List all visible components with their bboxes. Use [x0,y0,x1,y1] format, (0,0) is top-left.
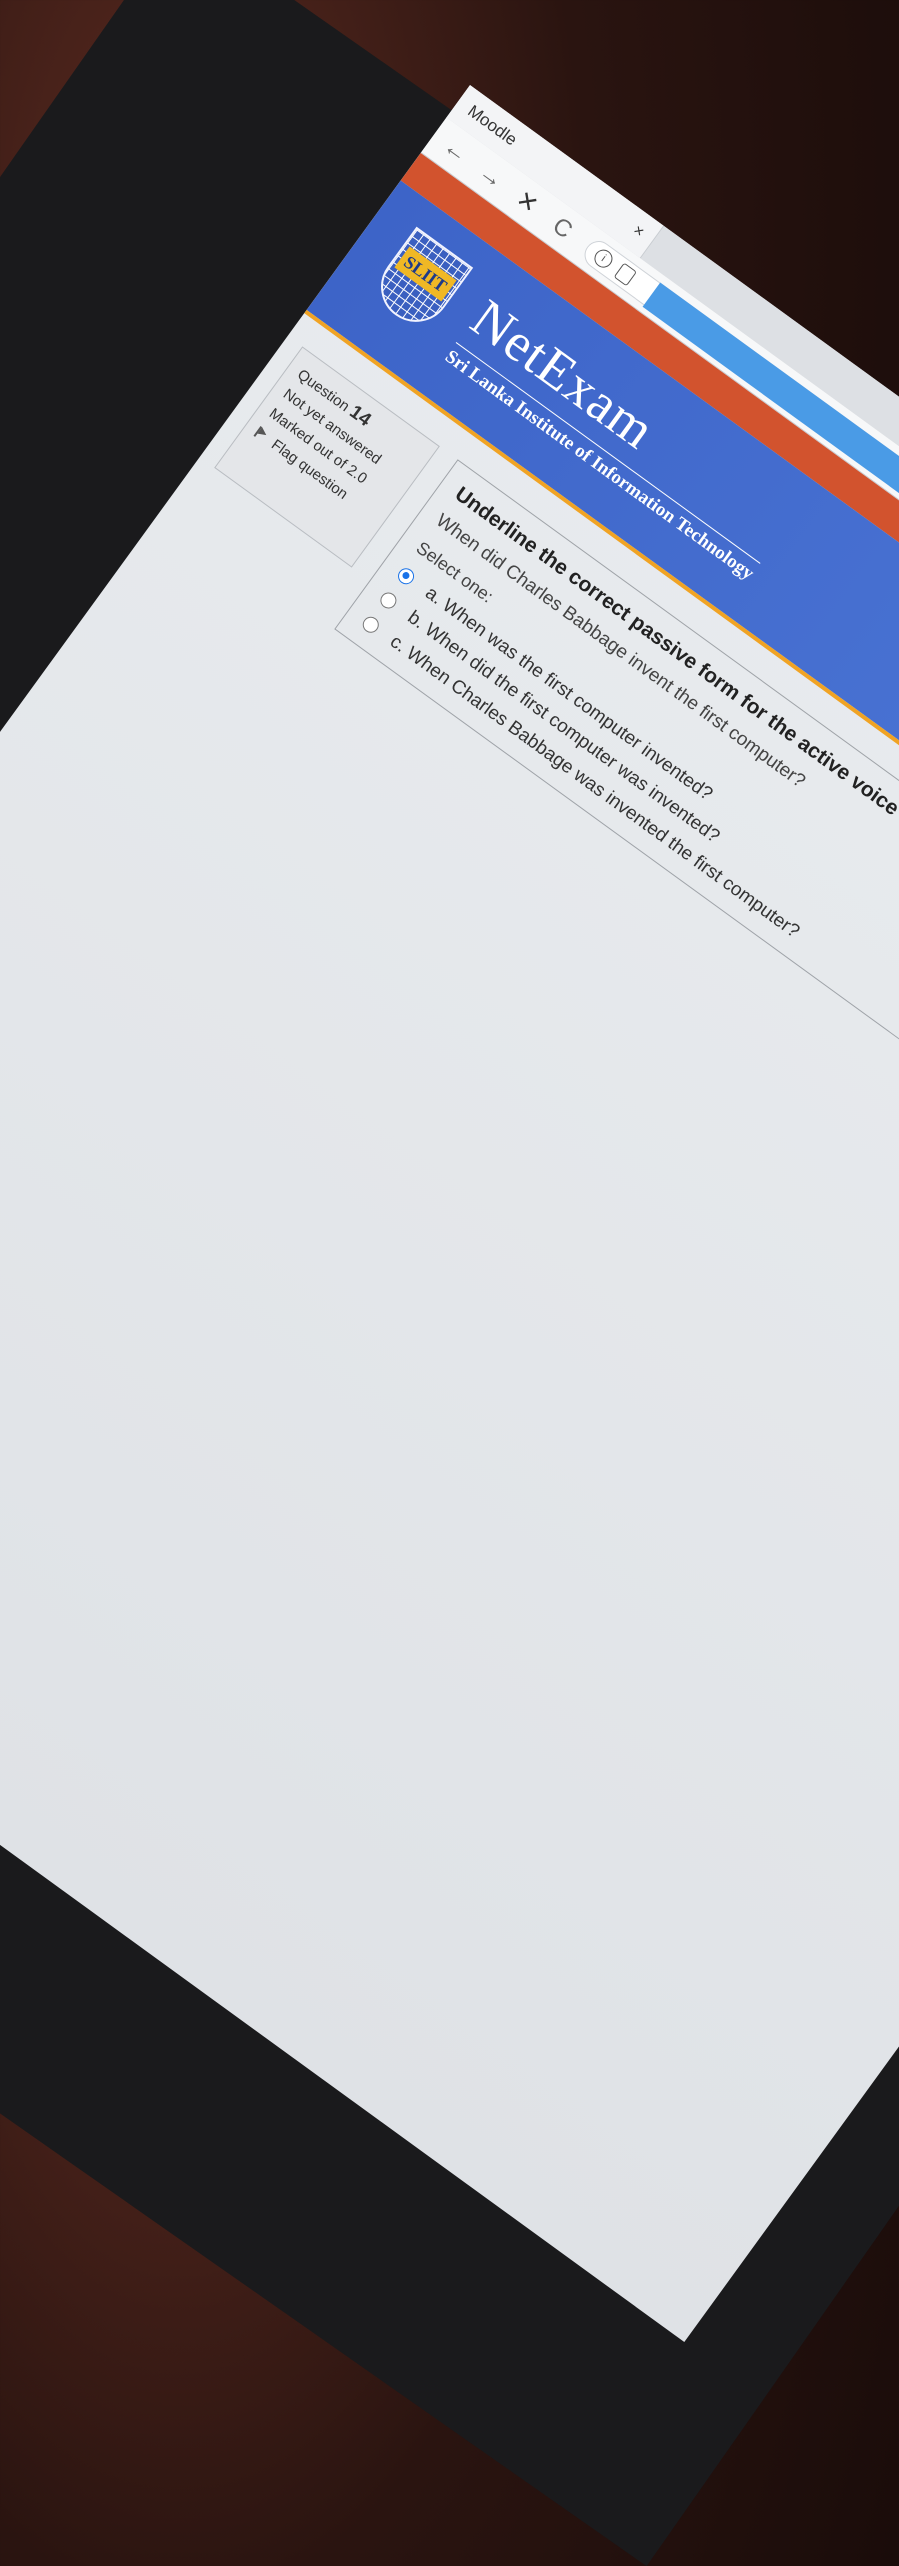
close-icon[interactable]: × [629,222,648,242]
radio-option-c[interactable] [359,613,382,636]
page-icon [613,262,638,287]
radio-option-b[interactable] [377,589,400,612]
flag-icon [253,426,271,443]
radio-option-a[interactable] [394,565,418,588]
reload-icon[interactable]: C [544,209,581,247]
back-arrow-icon[interactable]: ← [437,132,474,170]
info-icon[interactable]: i [591,245,617,271]
logo-text: SLIIT [394,246,457,302]
sliit-logo: SLIIT [367,226,474,336]
forward-arrow-icon[interactable]: → [473,158,510,196]
stop-loading-icon[interactable]: ✕ [508,183,546,222]
